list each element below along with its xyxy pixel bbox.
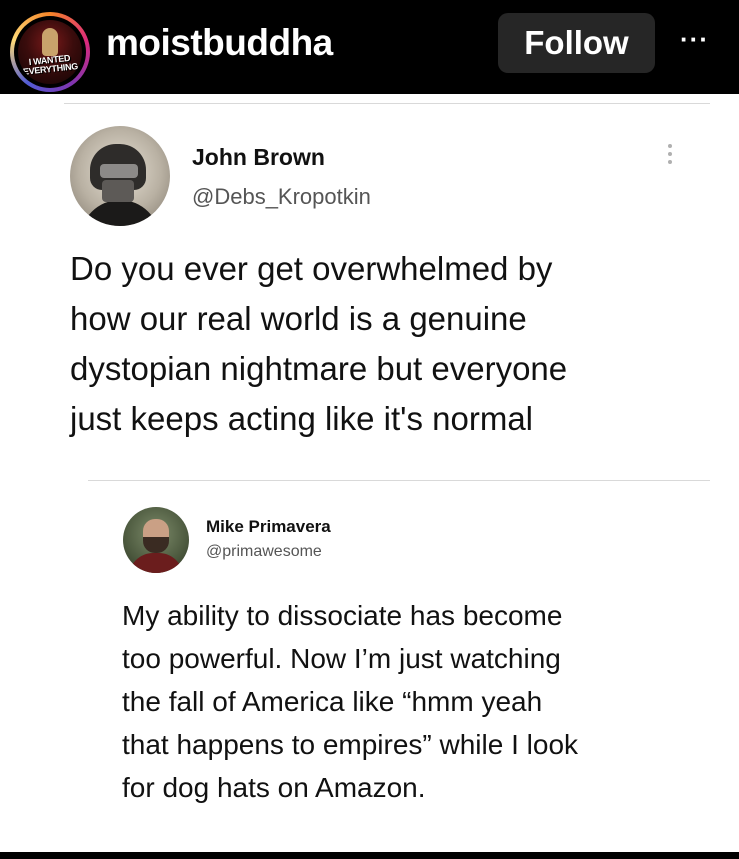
reply-text-line: that happens to empires” while I look: [122, 729, 579, 760]
reply-text-line: My ability to dissociate has become: [122, 600, 563, 631]
reply-author-name: Mike Primavera: [206, 517, 331, 536]
username[interactable]: moistbuddha: [106, 22, 333, 64]
post-image: John Brown @Debs_Kropotkin Do you ever g…: [0, 94, 739, 852]
reply-text: My ability to dissociate has become too …: [122, 594, 712, 809]
reply-text-line: the fall of America like “hmm yeah: [122, 686, 543, 717]
tweet-text-line: dystopian nightmare but everyone: [70, 350, 568, 387]
tweet-author-handle: @Debs_Kropotkin: [192, 184, 371, 209]
follow-button[interactable]: Follow: [498, 13, 655, 73]
tweet-author-name: John Brown: [192, 144, 325, 170]
tweet-text: Do you ever get overwhelmed by how our r…: [70, 244, 710, 444]
divider: [64, 103, 710, 104]
reply-avatar: [123, 507, 189, 573]
reply-author-handle: @primawesome: [206, 543, 322, 560]
kebab-menu-icon: [666, 144, 674, 170]
tweet-avatar: [70, 126, 170, 226]
post-header: I WANTED EVERYTHING moistbuddha Follow ·…: [0, 0, 739, 94]
reply-text-line: too powerful. Now I’m just watching: [122, 643, 561, 674]
more-options-icon[interactable]: ···: [680, 24, 709, 55]
tweet-text-line: Do you ever get overwhelmed by: [70, 250, 553, 287]
avatar-logo-text: I WANTED EVERYTHING: [22, 52, 79, 77]
divider: [88, 480, 710, 481]
reply-text-line: for dog hats on Amazon.: [122, 772, 426, 803]
bottom-bar: [0, 852, 739, 859]
tweet-text-line: how our real world is a genuine: [70, 300, 527, 337]
profile-avatar[interactable]: I WANTED EVERYTHING: [10, 12, 90, 92]
tweet-text-line: just keeps acting like it's normal: [70, 400, 533, 437]
avatar-image: I WANTED EVERYTHING: [18, 20, 82, 84]
